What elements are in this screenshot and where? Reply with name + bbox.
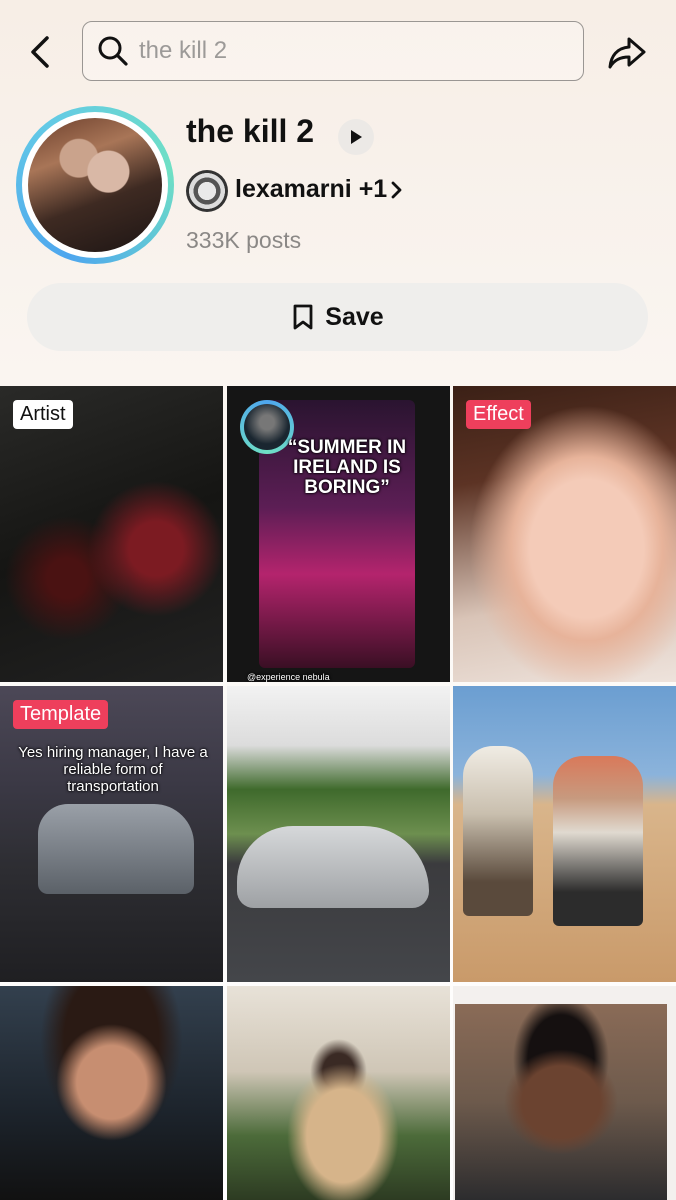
figure-left (463, 746, 533, 916)
play-icon (351, 130, 362, 144)
share-icon (608, 37, 646, 69)
creator-name: lexamarni (235, 175, 352, 203)
bookmark-icon (293, 304, 313, 330)
video-thumbnail-girl-mic[interactable] (227, 986, 450, 1200)
effect-badge: Effect (466, 400, 531, 429)
search-query: the kill 2 (139, 37, 228, 64)
save-label: Save (325, 302, 384, 331)
share-button[interactable] (604, 30, 650, 76)
search-input[interactable]: the kill 2 (82, 21, 584, 81)
video-caption: Yes hiring manager, I have a reliable fo… (18, 744, 208, 795)
video-thumbnail-template[interactable]: Template Yes hiring manager, I have a re… (0, 686, 223, 982)
sound-title: the kill 2 (186, 113, 315, 149)
sound-cover-image (28, 118, 162, 252)
template-badge: Template (13, 700, 109, 729)
video-grid: Artist “SUMMER IN IRELAND IS BORING” @ex… (0, 386, 676, 1200)
video-thumbnail-portrait-man[interactable] (453, 986, 676, 1200)
video-caption: “SUMMER IN IRELAND IS BORING” (287, 437, 407, 498)
video-thumbnail-effect[interactable]: Effect (453, 386, 676, 682)
save-button[interactable]: Save (27, 283, 648, 351)
figure-right (553, 756, 643, 926)
creator-avatar[interactable] (186, 170, 228, 212)
play-button[interactable] (338, 119, 374, 155)
chevron-left-icon (31, 36, 49, 68)
video-thumbnail-desert[interactable] (453, 686, 676, 982)
sound-cover-avatar[interactable] (16, 106, 174, 264)
chevron-right-icon[interactable] (390, 180, 404, 200)
video-thumbnail-porsche[interactable] (227, 686, 450, 982)
search-icon (98, 36, 128, 66)
creator-link[interactable]: lexamarni +1 (235, 175, 387, 204)
car-shape (38, 804, 194, 894)
video-thumbnail-summer-ireland[interactable]: “SUMMER IN IRELAND IS BORING” @experienc… (227, 386, 450, 682)
car-shape (237, 826, 429, 908)
video-credit: @experience nebula (247, 672, 330, 682)
video-thumbnail-artist[interactable]: Artist (0, 386, 223, 682)
creator-extra-count: +1 (358, 175, 388, 203)
video-thumbnail-portrait-curly[interactable] (0, 986, 223, 1200)
back-button[interactable] (22, 34, 58, 70)
framed-photo (455, 1004, 667, 1200)
artist-badge: Artist (13, 400, 73, 429)
top-bar: the kill 2 (0, 0, 676, 100)
posts-count: 333K posts (186, 227, 302, 253)
